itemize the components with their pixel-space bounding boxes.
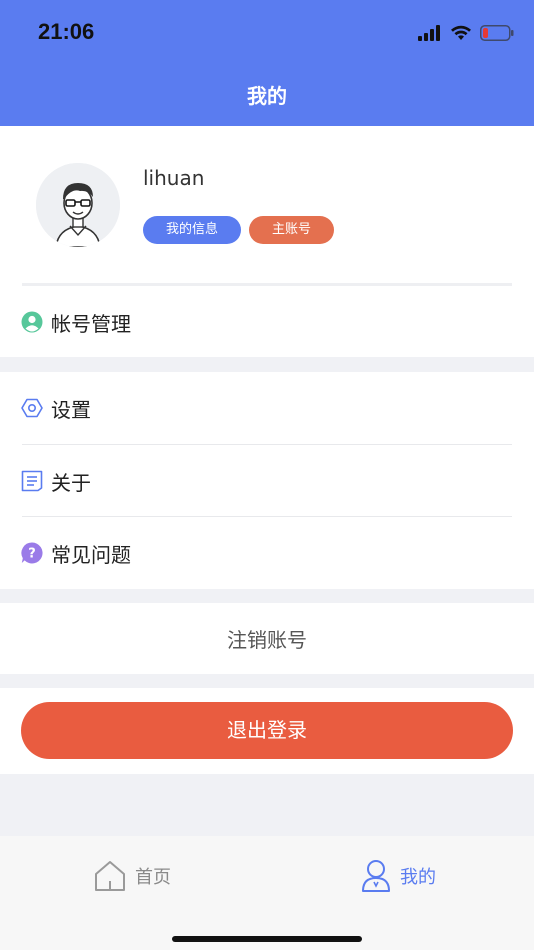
menu-item-label: 设置 xyxy=(51,397,91,422)
logout-button[interactable]: 退出登录 xyxy=(21,702,513,759)
menu-item-label: 常见问题 xyxy=(51,542,131,567)
status-time: 21:06 xyxy=(38,19,95,44)
header: 21:06 我的 xyxy=(0,0,534,126)
avatar-illustration xyxy=(36,163,120,247)
home-indicator[interactable] xyxy=(172,936,362,942)
user-circle-icon xyxy=(21,311,43,333)
menu-item-settings[interactable]: 设置 xyxy=(0,372,534,444)
user-icon xyxy=(362,860,390,892)
cancel-account-label: 注销账号 xyxy=(227,628,307,652)
home-icon xyxy=(95,861,125,891)
profile-card: lihuan 我的信息 主账号 帐号管理 xyxy=(0,126,534,357)
page-title: 我的 xyxy=(247,84,287,108)
status-bar: 21:06 xyxy=(0,0,534,66)
cancel-account-button[interactable]: 注销账号 xyxy=(0,603,534,674)
username: lihuan xyxy=(143,166,205,190)
avatar[interactable] xyxy=(36,163,120,247)
tab-label: 首页 xyxy=(135,867,171,888)
menu-item-label: 关于 xyxy=(51,470,91,495)
status-icons xyxy=(418,22,514,44)
my-info-button[interactable]: 我的信息 xyxy=(143,216,241,244)
menu-item-account-management[interactable]: 帐号管理 xyxy=(0,286,534,358)
tab-mine[interactable]: 我的 xyxy=(360,858,436,894)
menu-item-faq[interactable]: ? 常见问题 xyxy=(0,517,534,589)
document-icon xyxy=(21,470,43,492)
signal-icon xyxy=(418,25,440,41)
menu-item-label: 帐号管理 xyxy=(51,311,131,336)
tab-home[interactable]: 首页 xyxy=(93,858,171,894)
main-account-badge: 主账号 xyxy=(249,216,334,244)
logout-section: 退出登录 xyxy=(0,688,534,774)
tab-label: 我的 xyxy=(400,867,436,888)
menu-item-about[interactable]: 关于 xyxy=(0,445,534,517)
wifi-icon xyxy=(451,25,471,40)
question-icon: ? xyxy=(21,542,43,564)
profile-screen: 21:06 我的 lihuan 我的信息 主账号 帐号管理 设置 关于 ? 常见… xyxy=(0,0,534,950)
tab-bar: 首页 我的 xyxy=(0,836,534,950)
gear-icon xyxy=(21,398,43,418)
svg-text:?: ? xyxy=(28,547,36,562)
battery-icon xyxy=(480,25,514,41)
settings-card: 设置 关于 ? 常见问题 xyxy=(0,372,534,589)
